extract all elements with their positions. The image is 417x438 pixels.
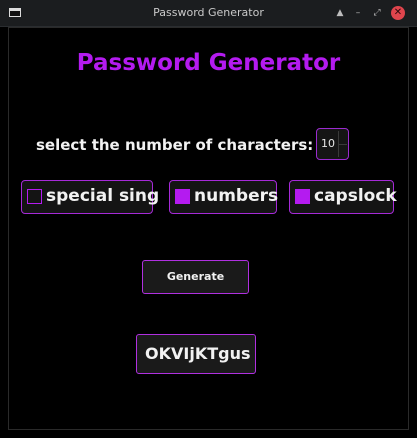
character-count-spinbox[interactable]: 10 xyxy=(316,128,349,160)
numbers-checkbox[interactable]: numbers xyxy=(169,180,279,214)
maximize-icon[interactable]: ⤢ xyxy=(370,6,384,20)
minimize-icon[interactable]: – xyxy=(351,6,365,20)
keep-above-icon[interactable]: ▲ xyxy=(333,6,347,20)
app-window: Password Generator ▲ – ⤢ ✕ Password Gene… xyxy=(0,0,417,438)
title-bar[interactable]: Password Generator ▲ – ⤢ ✕ xyxy=(0,0,417,27)
character-count-value[interactable]: 10 xyxy=(321,137,335,150)
generate-button[interactable]: Generate xyxy=(142,260,249,294)
page-title: Password Generator xyxy=(76,50,341,76)
special-chars-checkbox[interactable]: special sing xyxy=(21,180,159,214)
special-chars-checkbox-indicator[interactable] xyxy=(27,189,42,204)
numbers-label: numbers xyxy=(194,186,279,206)
generated-password[interactable]: OKVIjKTgus xyxy=(136,334,256,374)
character-count-label: select the number of characters: xyxy=(36,136,314,154)
spin-arrow-divider xyxy=(339,144,347,145)
capslock-label: capslock xyxy=(314,186,397,206)
close-icon[interactable]: ✕ xyxy=(391,6,405,20)
special-chars-label: special sing xyxy=(46,186,160,206)
numbers-checkbox-indicator[interactable] xyxy=(175,189,190,204)
capslock-checkbox[interactable]: capslock xyxy=(289,180,397,214)
capslock-checkbox-indicator[interactable] xyxy=(295,189,310,204)
